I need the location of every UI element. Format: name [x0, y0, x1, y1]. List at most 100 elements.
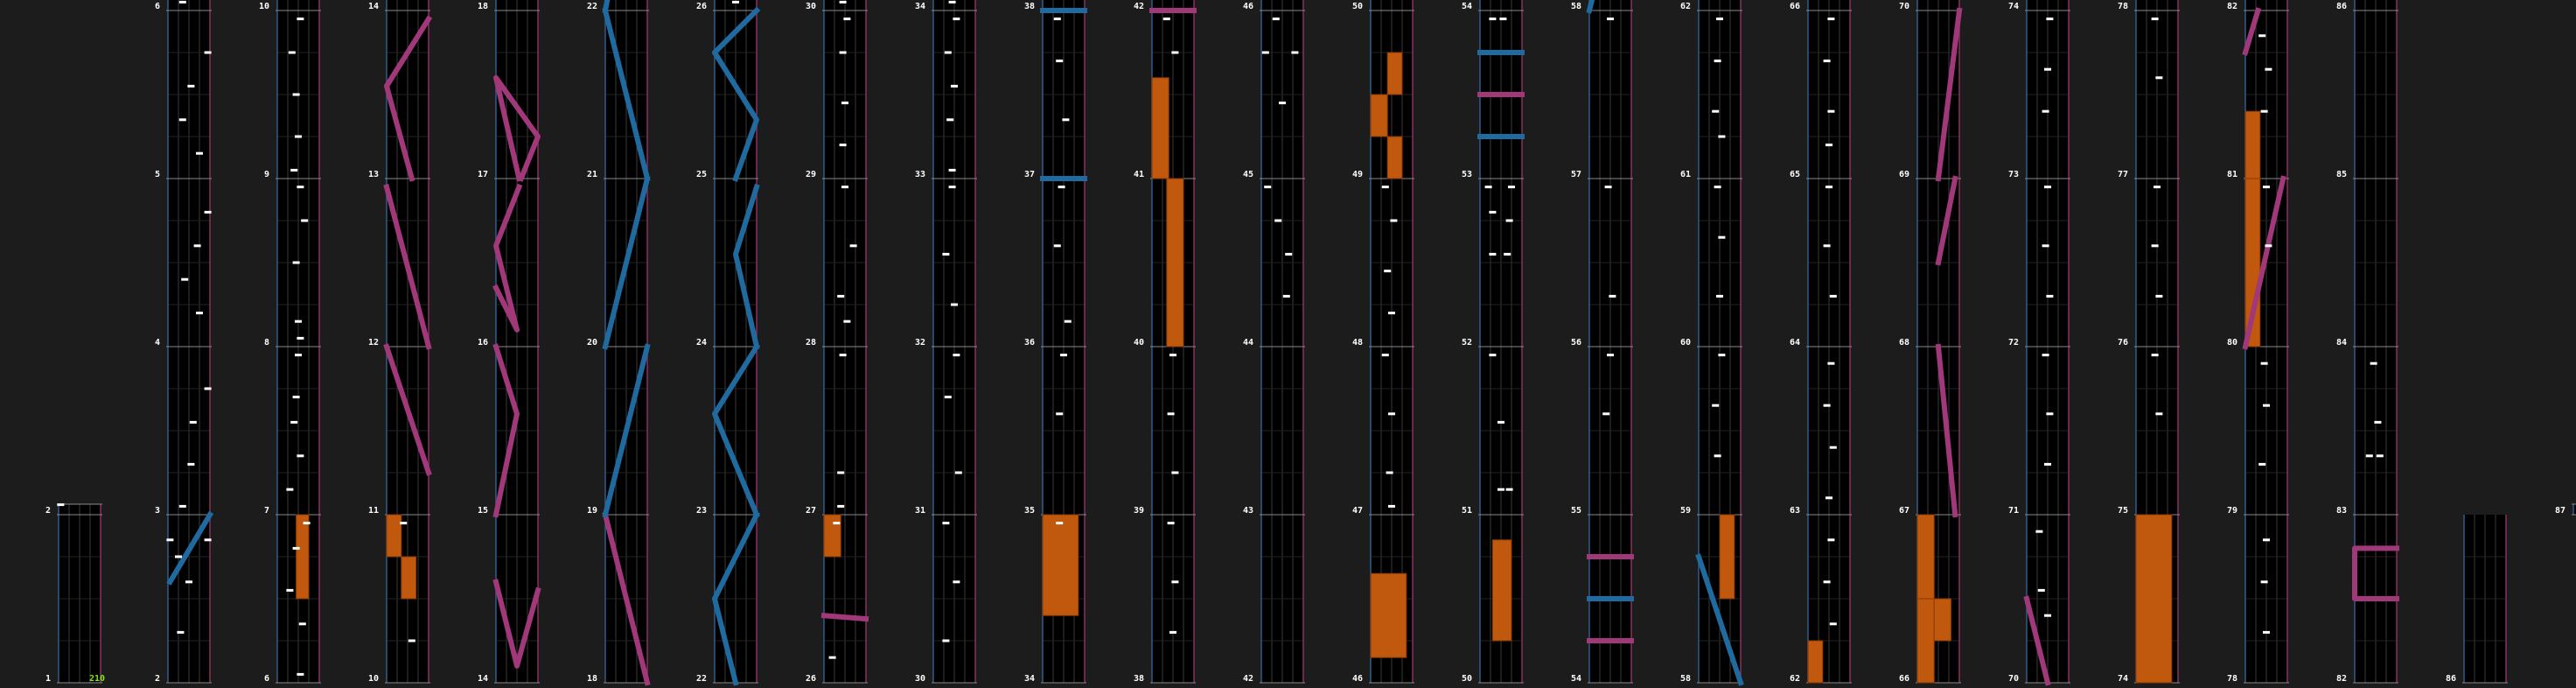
tap-note — [837, 294, 845, 298]
tap-note — [1823, 60, 1831, 63]
measure-number: 13 — [368, 170, 379, 179]
tap-note — [1497, 488, 1504, 491]
tap-note — [2155, 412, 2163, 416]
tap-note — [2151, 18, 2159, 21]
measure-number: 61 — [1680, 170, 1691, 179]
measure-number: 38 — [1134, 674, 1144, 684]
tap-note — [2365, 454, 2373, 458]
chart-editor-canvas[interactable]: 1 2 2 3 4 5 6 6 7 8 9 10 10 11 12 13 14 14 15 16 17 18 18 19 20 2… — [0, 0, 2576, 688]
tap-note — [839, 51, 847, 54]
tap-note — [1505, 488, 1513, 491]
tap-note — [948, 168, 956, 172]
tap-note — [837, 504, 845, 508]
tap-note — [292, 261, 300, 264]
hold-note — [1719, 514, 1735, 600]
tap-note — [1390, 219, 1398, 222]
measure-number: 52 — [1462, 338, 1472, 348]
tap-note — [1279, 102, 1286, 105]
tap-note — [297, 454, 304, 458]
tap-note — [2042, 244, 2049, 248]
measure-number: 18 — [587, 674, 597, 684]
tap-note — [1064, 319, 1072, 323]
measure-number: 87 — [2555, 506, 2566, 516]
measure-number: 70 — [1899, 2, 1909, 11]
measure-number: 50 — [1352, 2, 1363, 11]
tap-note — [843, 319, 851, 323]
tap-note — [2376, 454, 2384, 458]
hold-note — [1916, 598, 1935, 684]
tap-note — [951, 303, 958, 306]
tap-note — [298, 622, 306, 626]
tap-note — [841, 186, 848, 189]
measure-number: 47 — [1352, 506, 1363, 516]
measure-number: 22 — [696, 674, 707, 684]
measure-number: 71 — [2008, 506, 2019, 516]
measure-number: 63 — [1790, 506, 1800, 516]
measure-number: 59 — [1680, 506, 1691, 516]
tap-note — [2260, 109, 2268, 113]
tap-note — [2151, 354, 2159, 357]
measure-number: 36 — [1024, 338, 1035, 348]
measure-number: 10 — [368, 674, 379, 684]
measure-number: 80 — [2227, 338, 2237, 348]
tap-note — [292, 396, 300, 399]
tap-note — [1261, 51, 1269, 54]
measure-number: 86 — [2336, 2, 2347, 11]
tap-note — [1714, 60, 1721, 63]
hold-note — [1166, 178, 1184, 348]
measure-number: 66 — [1790, 2, 1800, 11]
measure-grid[interactable]: 1223456678910101112131414151617181819202… — [0, 0, 2576, 688]
tap-note — [187, 84, 195, 88]
tap-note — [2263, 538, 2270, 542]
measure-number: 45 — [1243, 170, 1253, 179]
tap-note — [1607, 18, 1614, 21]
tap-note — [1602, 412, 1610, 416]
tap-note — [178, 504, 186, 508]
measure-number: 60 — [1680, 338, 1691, 348]
tap-note — [1823, 404, 1831, 407]
tap-note — [189, 420, 197, 424]
tap-note — [2265, 244, 2272, 248]
tap-note — [1169, 630, 1176, 634]
measure-number: 66 — [1899, 674, 1909, 684]
tap-note — [1827, 538, 1835, 542]
tap-note — [1826, 496, 1833, 500]
tap-note — [187, 462, 195, 466]
tap-note — [288, 51, 296, 54]
tap-note — [166, 538, 174, 542]
tap-note — [1829, 446, 1837, 449]
tap-note — [2263, 186, 2270, 189]
tap-note — [193, 244, 201, 248]
bpm-label: 210 — [89, 674, 105, 684]
measure-number: 67 — [1899, 506, 1909, 516]
measure-number: 37 — [1024, 170, 1035, 179]
measure-number: 3 — [155, 506, 160, 516]
hold-note — [1807, 640, 1824, 684]
tap-note — [843, 18, 851, 21]
tap-note — [185, 580, 192, 584]
measure-number: 28 — [806, 338, 816, 348]
measure-number: 62 — [1790, 674, 1800, 684]
tap-note — [948, 0, 956, 4]
measure-number: 31 — [915, 506, 925, 516]
measure-number: 34 — [1024, 674, 1035, 684]
measure-number: 53 — [1462, 170, 1472, 179]
measure-number: 42 — [1134, 2, 1144, 11]
tap-note — [2044, 67, 2051, 71]
tap-note — [1827, 18, 1835, 21]
tap-note — [839, 354, 847, 357]
measure-number: 78 — [2118, 2, 2128, 11]
tap-note — [2151, 244, 2159, 248]
measure-number: 56 — [1571, 338, 1581, 348]
measure-number: 34 — [915, 2, 925, 11]
measure-number: 81 — [2227, 170, 2237, 179]
measure-number: 18 — [478, 2, 488, 11]
tap-note — [1169, 354, 1176, 357]
measure-number: 78 — [2227, 674, 2237, 684]
tap-note — [1716, 18, 1723, 21]
measure-number: 57 — [1571, 170, 1581, 179]
measure-number: 84 — [2336, 338, 2347, 348]
measure-number: 43 — [1243, 506, 1253, 516]
tap-note — [942, 522, 950, 525]
measure-number: 58 — [1571, 2, 1581, 11]
